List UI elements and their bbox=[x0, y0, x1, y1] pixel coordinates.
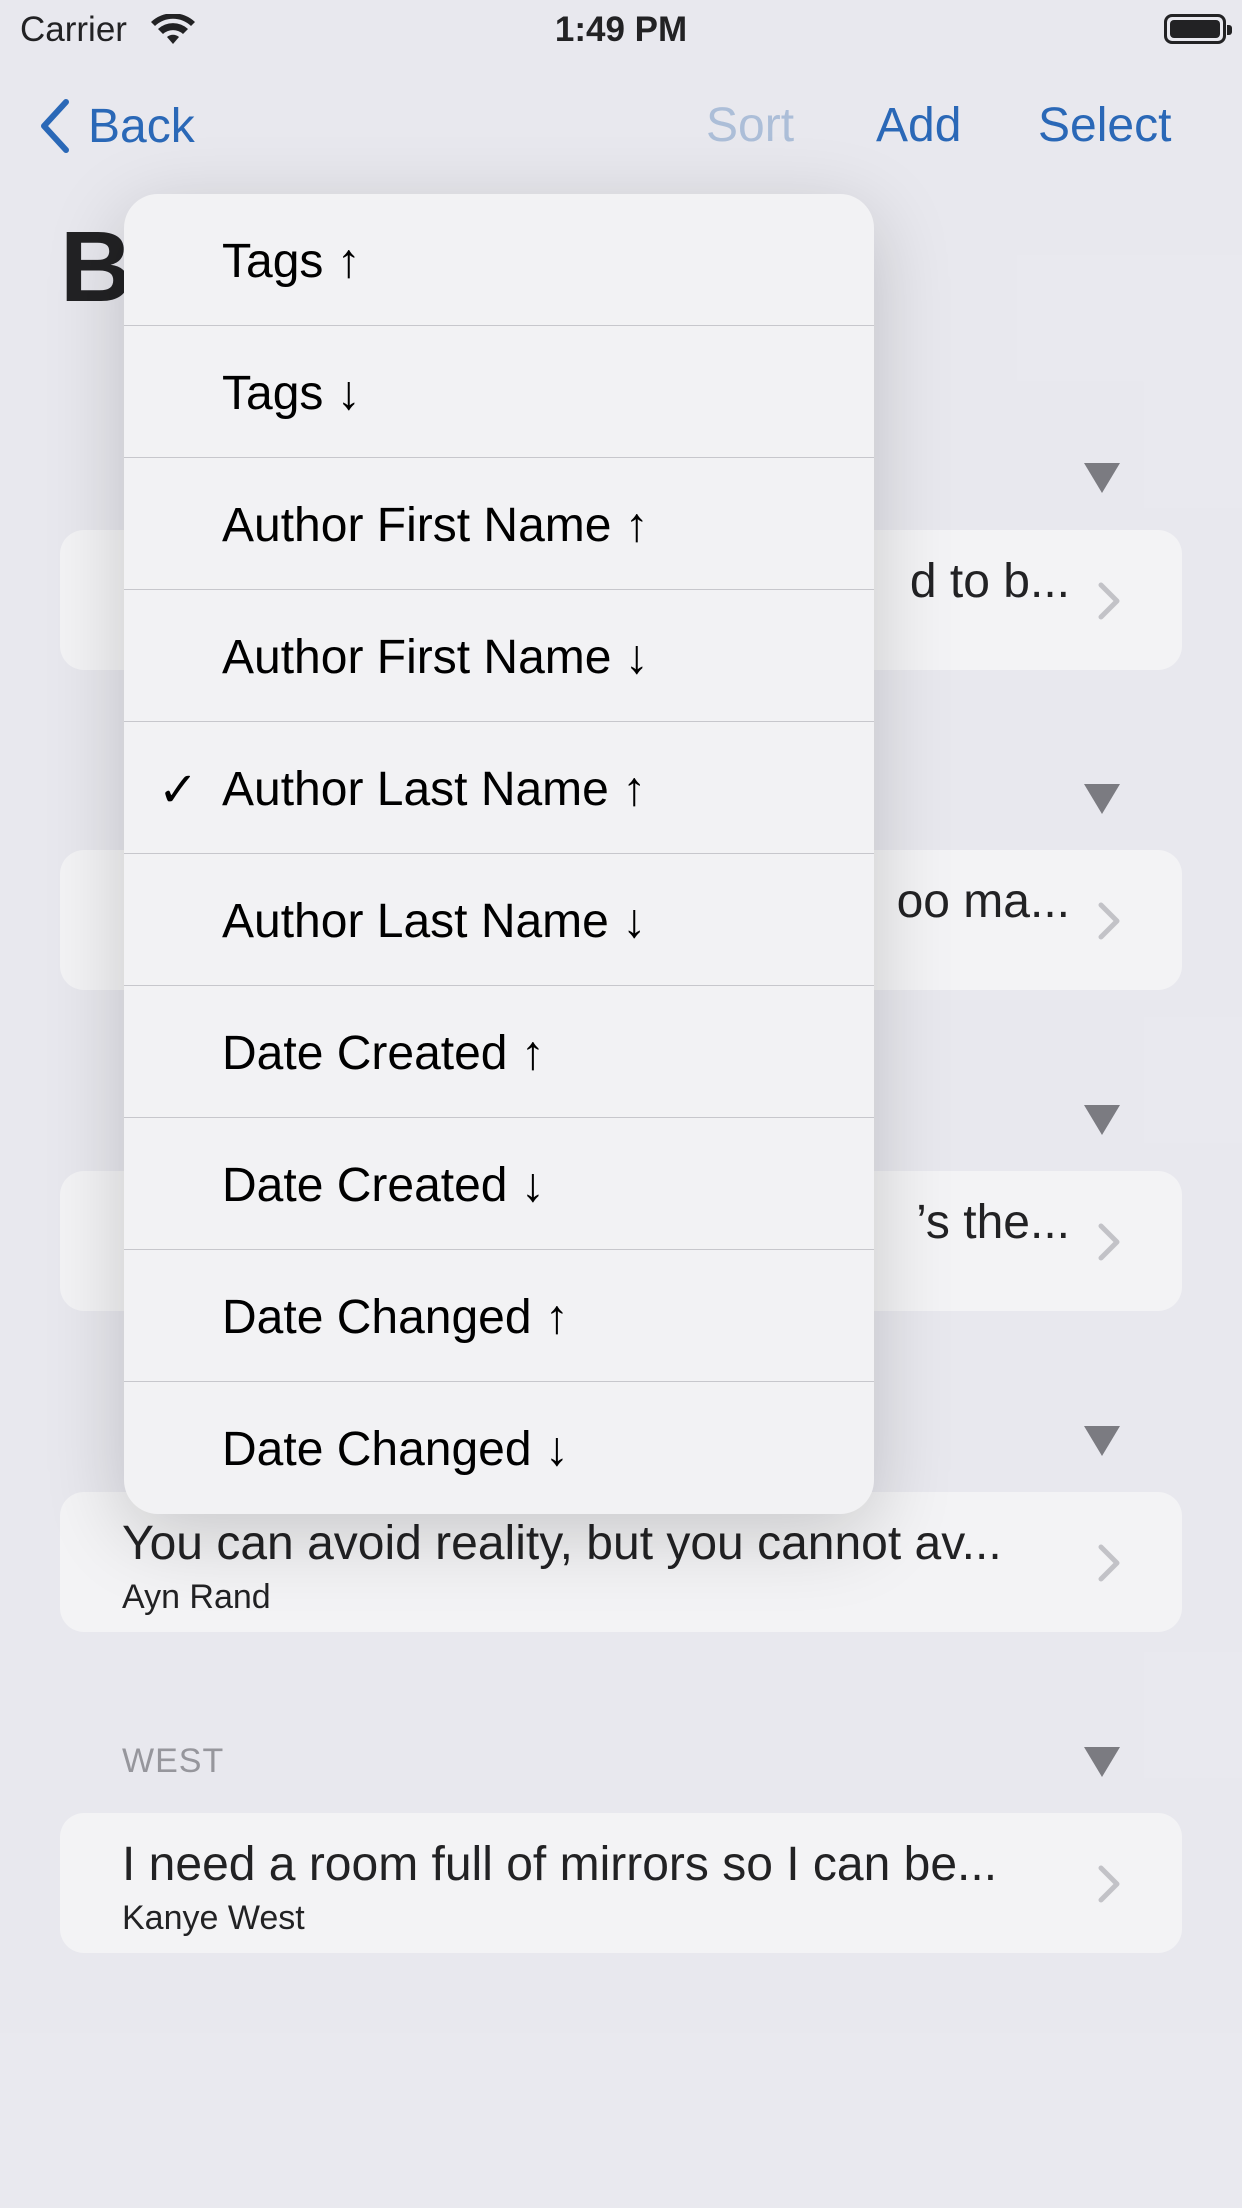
sort-menu-item[interactable]: Date Changed ↓ bbox=[124, 1382, 874, 1514]
sort-menu-item-label: Author First Name ↓ bbox=[222, 631, 649, 684]
checkmark-icon: ✓ bbox=[158, 764, 199, 817]
sort-menu-item-label: Date Created ↓ bbox=[222, 1159, 545, 1212]
sort-menu-item[interactable]: Tags ↓ bbox=[124, 326, 874, 458]
sort-menu-item-label: Tags ↓ bbox=[222, 367, 361, 420]
sort-menu-item[interactable]: Author First Name ↓ bbox=[124, 590, 874, 722]
sort-menu-item-label: Date Changed ↓ bbox=[222, 1423, 569, 1476]
sort-menu-item-label: Author First Name ↑ bbox=[222, 499, 649, 552]
sort-menu-item-label: Date Changed ↑ bbox=[222, 1291, 569, 1344]
sort-menu-item[interactable]: Date Created ↑ bbox=[124, 986, 874, 1118]
sort-menu-item-label: Tags ↑ bbox=[222, 235, 361, 288]
sort-menu: Tags ↑ Tags ↓ Author First Name ↑ Author Fi… bbox=[124, 194, 874, 1514]
sort-menu-item[interactable]: Author First Name ↑ bbox=[124, 458, 874, 590]
sort-menu-item-label: Date Created ↑ bbox=[222, 1027, 545, 1080]
sort-menu-item-label: Author Last Name ↑ bbox=[222, 763, 647, 816]
sort-menu-item-label: Author Last Name ↓ bbox=[222, 895, 647, 948]
sort-menu-item[interactable]: Date Created ↓ bbox=[124, 1118, 874, 1250]
sort-menu-item[interactable]: Author Last Name ↓ bbox=[124, 854, 874, 986]
sort-menu-item[interactable]: Date Changed ↑ bbox=[124, 1250, 874, 1382]
sort-menu-item[interactable]: ✓ Author Last Name ↑ bbox=[124, 722, 874, 854]
sort-menu-item[interactable]: Tags ↑ bbox=[124, 194, 874, 326]
